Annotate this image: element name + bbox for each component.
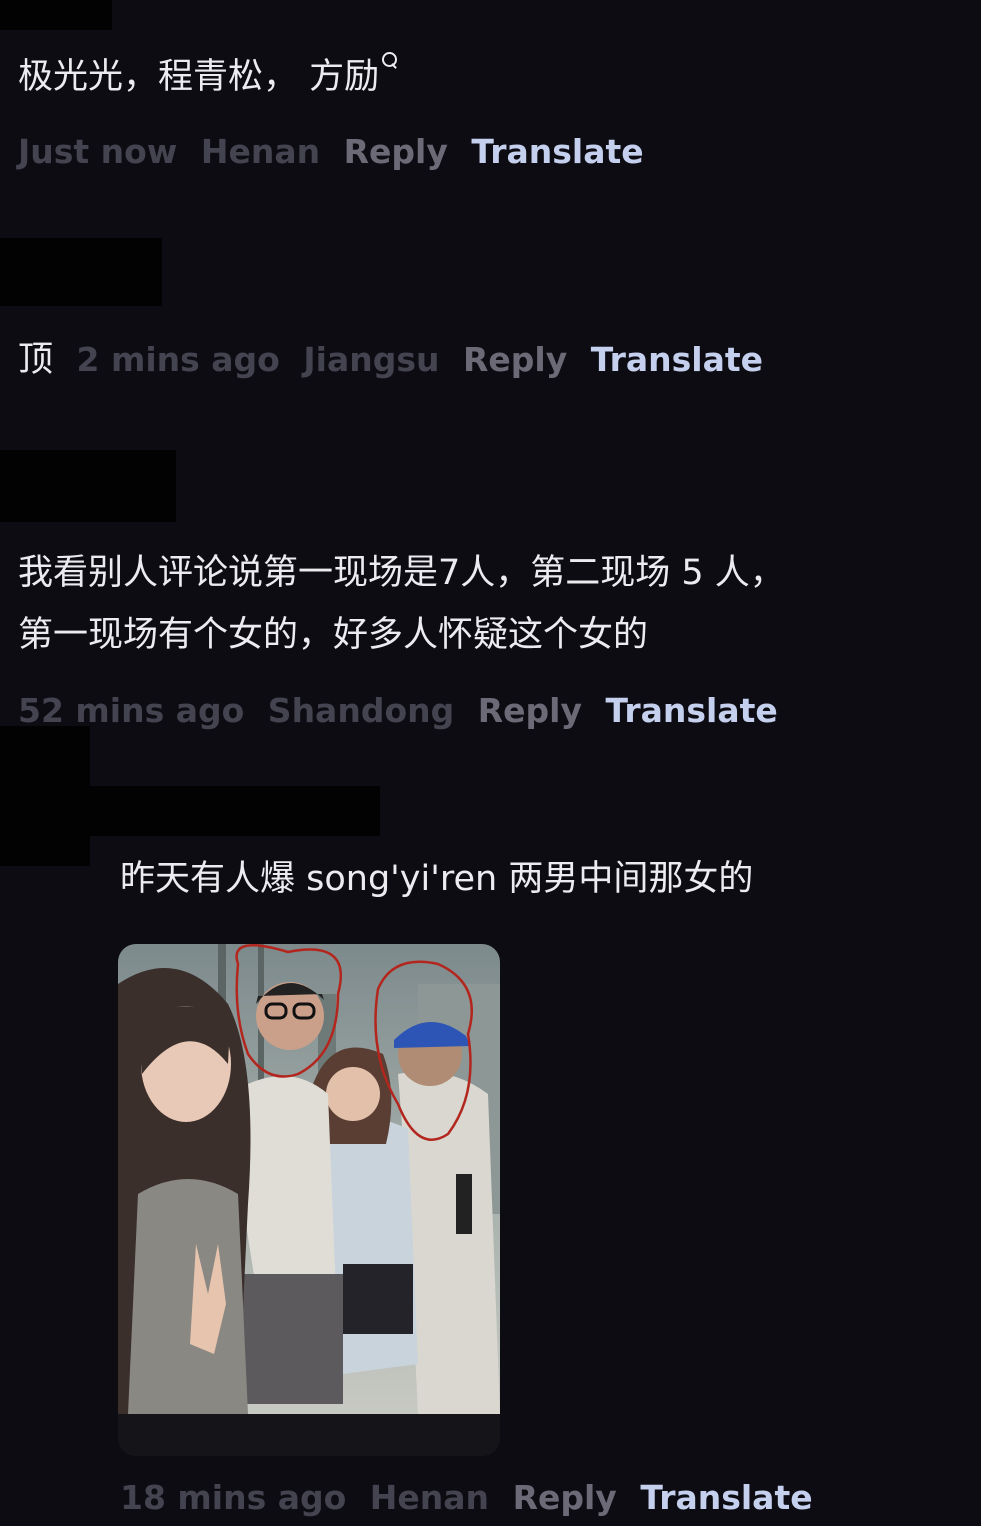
comment-body: 昨天有人爆 song'yi'ren 两男中间那女的 xyxy=(120,859,754,899)
translate-button[interactable]: Translate xyxy=(471,132,643,171)
attached-photo[interactable] xyxy=(118,944,500,1456)
comment-meta: 顶 2 mins ago Jiangsu Reply Translate xyxy=(18,340,763,380)
translate-button[interactable]: Translate xyxy=(591,340,763,379)
translate-button[interactable]: Translate xyxy=(640,1478,812,1517)
comment-meta: Just now Henan Reply Translate xyxy=(18,132,644,172)
comment-location: Jiangsu xyxy=(303,340,440,379)
comment-time: 52 mins ago xyxy=(18,691,245,730)
comment-location: Henan xyxy=(369,1478,490,1517)
comment-body-line: 我看别人评论说第一现场是7人，第二现场 5 人， xyxy=(18,553,785,593)
comment-meta: 18 mins ago Henan Reply Translate xyxy=(120,1478,813,1518)
reply-button[interactable]: Reply xyxy=(344,132,448,171)
redacted-username xyxy=(0,0,112,30)
comment-time: 2 mins ago xyxy=(76,340,280,379)
comment-text: 极光光，程青松， 方励 xyxy=(18,46,398,108)
reply-button[interactable]: Reply xyxy=(478,691,582,730)
comment-time: 18 mins ago xyxy=(120,1478,347,1517)
comment-body-line: 第一现场有个女的，好多人怀疑这个女的 xyxy=(18,615,649,655)
comment-location: Henan xyxy=(200,132,321,171)
comment-location: Shandong xyxy=(267,691,455,730)
translate-button[interactable]: Translate xyxy=(605,691,777,730)
comment-time: Just now xyxy=(18,132,178,171)
redacted-username xyxy=(0,238,162,306)
comment-body: 顶 xyxy=(18,340,54,380)
photo-illustration xyxy=(118,944,500,1456)
comment-meta: 52 mins ago Shandong Reply Translate xyxy=(18,691,778,731)
search-icon[interactable] xyxy=(382,52,398,67)
redacted-avatar xyxy=(0,726,90,866)
comment-text: 昨天有人爆 song'yi'ren 两男中间那女的 xyxy=(120,848,753,910)
reply-button[interactable]: Reply xyxy=(513,1478,617,1517)
comment-body: 极光光，程青松， 方励 xyxy=(18,57,380,97)
redacted-username xyxy=(90,786,380,836)
comment-text: 我看别人评论说第一现场是7人，第二现场 5 人， 第一现场有个女的，好多人怀疑这… xyxy=(18,542,785,666)
redacted-username xyxy=(0,450,176,522)
reply-button[interactable]: Reply xyxy=(463,340,567,379)
